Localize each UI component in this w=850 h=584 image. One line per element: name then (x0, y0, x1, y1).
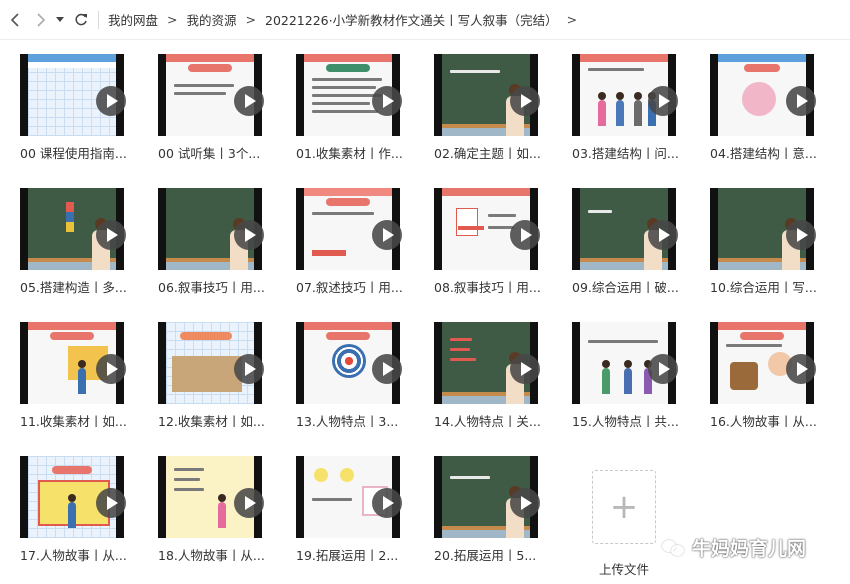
file-name: 08.叙事技巧丨用... (434, 280, 541, 295)
play-icon (510, 488, 540, 518)
play-icon (786, 86, 816, 116)
upload-label: 上传文件 (598, 562, 649, 577)
play-icon (372, 86, 402, 116)
breadcrumb-my-disk[interactable]: 我的网盘 (108, 10, 158, 29)
file-name: 00 试听集丨3个... (158, 146, 261, 161)
play-icon (96, 86, 126, 116)
file-name: 10.综合运用丨写... (710, 280, 817, 295)
refresh-button[interactable] (70, 7, 92, 33)
play-icon (372, 488, 402, 518)
history-dropdown-button[interactable] (52, 7, 68, 33)
upload-dropzone[interactable]: + (592, 470, 656, 544)
play-icon (510, 354, 540, 384)
forward-button[interactable] (30, 7, 52, 33)
file-name: 02.确定主题丨如... (434, 146, 541, 161)
chevron-left-icon (10, 12, 19, 27)
play-icon (234, 488, 264, 518)
file-name: 16.人物故事丨从... (710, 414, 817, 429)
toolbar-divider (98, 10, 99, 29)
file-name: 19.拓展运用丨2... (296, 548, 399, 563)
breadcrumb: 我的网盘 > 我的资源 > 20221226·小学新教材作文通关丨写人叙事（完结… (108, 10, 586, 29)
watermark: 牛妈妈育儿网 (662, 534, 806, 561)
play-icon (96, 354, 126, 384)
file-name: 09.综合运用丨破... (572, 280, 679, 295)
chevron-right-icon (37, 12, 46, 27)
navigation-bar: 我的网盘 > 我的资源 > 20221226·小学新教材作文通关丨写人叙事（完结… (0, 0, 850, 40)
play-icon (96, 488, 126, 518)
plus-icon: + (609, 487, 639, 527)
watermark-text: 牛妈妈育儿网 (692, 538, 807, 560)
caret-down-icon (56, 16, 64, 22)
file-name: 00 课程使用指南... (20, 146, 127, 161)
file-name: 07.叙述技巧丨用... (296, 280, 403, 295)
back-button[interactable] (4, 7, 26, 33)
file-name: 11.收集素材丨如... (20, 414, 127, 429)
play-icon (648, 86, 678, 116)
file-name: 14.人物特点丨关... (434, 414, 541, 429)
refresh-icon (75, 13, 87, 25)
breadcrumb-my-resources[interactable]: 我的资源 (187, 10, 237, 29)
file-name: 05.搭建构造丨多... (20, 280, 127, 295)
play-icon (786, 220, 816, 250)
play-icon (372, 354, 402, 384)
breadcrumb-separator: > (566, 12, 578, 27)
wechat-icon (662, 538, 686, 558)
file-name: 15.人物特点丨共... (572, 414, 679, 429)
file-name: 20.拓展运用丨5... (434, 548, 537, 563)
play-icon (234, 354, 264, 384)
breadcrumb-current-folder[interactable]: 20221226·小学新教材作文通关丨写人叙事（完结） (265, 10, 558, 29)
play-icon (234, 220, 264, 250)
file-name: 06.叙事技巧丨用... (158, 280, 265, 295)
play-icon (234, 86, 264, 116)
file-name: 12.收集素材丨如... (158, 414, 265, 429)
play-icon (786, 354, 816, 384)
file-name: 13.人物特点丨3... (296, 414, 399, 429)
file-name: 01.收集素材丨作... (296, 146, 403, 161)
breadcrumb-separator: > (245, 12, 256, 27)
play-icon (648, 220, 678, 250)
play-icon (372, 220, 402, 250)
breadcrumb-separator: > (167, 12, 178, 27)
file-name: 18.人物故事丨从... (158, 548, 265, 563)
file-name: 17.人物故事丨从... (20, 548, 127, 563)
play-icon (510, 86, 540, 116)
play-icon (510, 220, 540, 250)
play-icon (96, 220, 126, 250)
file-name: 03.搭建结构丨问... (572, 146, 679, 161)
play-icon (648, 354, 678, 384)
file-name: 04.搭建结构丨意... (710, 146, 817, 161)
